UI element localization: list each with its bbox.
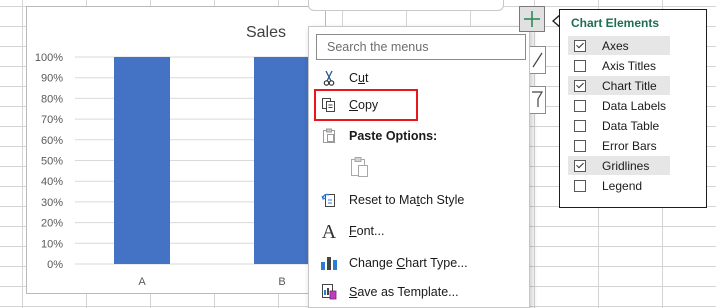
y-tick-label: 90% xyxy=(41,73,63,85)
x-tick-label: A xyxy=(138,276,146,288)
menu-item-save-template[interactable]: Save as Template... xyxy=(309,280,529,304)
save-template-icon xyxy=(309,283,349,301)
y-tick-label: 30% xyxy=(41,197,63,209)
font-icon: A xyxy=(309,221,349,241)
chart-element-label: Legend xyxy=(602,178,643,193)
svg-text:A: A xyxy=(322,221,337,241)
name-box-remnant xyxy=(308,0,504,11)
chart-element-label: Data Table xyxy=(602,118,660,133)
bar-chart[interactable]: 0%10%20%30%40%50%60%70%80%90%100% AB Sal… xyxy=(27,7,327,295)
checkbox[interactable] xyxy=(574,119,586,132)
menu-item-font[interactable]: A Font... xyxy=(309,219,529,243)
y-tick-label: 60% xyxy=(41,135,63,147)
clipboard-icon xyxy=(309,128,349,144)
chart-elements-button[interactable] xyxy=(519,6,545,32)
y-tick-label: 100% xyxy=(35,52,63,64)
chart-element-label: Data Labels xyxy=(602,98,667,113)
bar-A[interactable] xyxy=(114,57,170,264)
chart-element-label: Chart Title xyxy=(602,78,657,93)
chart-type-icon xyxy=(309,255,349,271)
y-tick-label: 0% xyxy=(47,259,63,271)
y-tick-label: 20% xyxy=(41,218,63,230)
chart-elements-panel: Chart Elements Axes Axis Titles Chart Titl… xyxy=(559,9,707,208)
copy-highlight-box xyxy=(314,89,418,121)
chart-element-data-table[interactable]: Data Table xyxy=(568,116,670,135)
chart-area[interactable]: 0% 10% 20% 30% 40% 50% 60% 70% 80% 90% 100% AB Sal… xyxy=(26,6,327,295)
x-axis: AB xyxy=(138,276,285,288)
checkbox[interactable] xyxy=(574,79,586,92)
menu-item-cut-label: Cut xyxy=(349,71,369,85)
context-menu: Cut Copy Paste Options: xyxy=(308,26,530,308)
chart-element-axis-titles[interactable]: Axis Titles xyxy=(568,56,670,75)
menu-item-save-template-label: Save as Template... xyxy=(349,285,459,299)
menu-item-change-chart-type-label: Change Chart Type... xyxy=(349,256,468,270)
chart-element-error-bars[interactable]: Error Bars xyxy=(568,136,670,155)
paste-keep-formatting-icon[interactable] xyxy=(347,154,373,180)
x-tick-label: B xyxy=(278,276,285,288)
y-tick-label: 70% xyxy=(41,114,63,126)
menu-item-paste-options: Paste Options: xyxy=(309,124,529,148)
checkbox[interactable] xyxy=(574,39,586,52)
chart-elements-title: Chart Elements xyxy=(571,16,660,30)
chart-element-axes[interactable]: Axes xyxy=(568,36,670,55)
checkbox[interactable] xyxy=(574,99,586,112)
y-tick-label: 10% xyxy=(41,238,63,250)
bar-B[interactable] xyxy=(254,57,310,264)
checkbox[interactable] xyxy=(574,159,586,172)
checkbox[interactable] xyxy=(574,179,586,192)
chart-element-data-labels[interactable]: Data Labels xyxy=(568,96,670,115)
filter-icon xyxy=(532,91,544,107)
chart-element-label: Axes xyxy=(602,38,629,53)
chart-element-label: Error Bars xyxy=(602,138,657,153)
plus-icon xyxy=(524,11,540,27)
checkbox[interactable] xyxy=(574,59,586,72)
y-tick-label: 40% xyxy=(41,176,63,188)
scissors-icon xyxy=(309,70,349,86)
menu-item-reset-label: Reset to Match Style xyxy=(349,193,465,207)
chart-element-label: Axis Titles xyxy=(602,58,657,73)
menu-item-change-chart-type[interactable]: Change Chart Type... xyxy=(309,251,529,275)
menu-item-cut[interactable]: Cut xyxy=(309,66,529,90)
checkbox[interactable] xyxy=(574,139,586,152)
chart-element-label: Gridlines xyxy=(602,158,650,173)
menu-search-input[interactable] xyxy=(316,34,526,60)
chart-styles-button[interactable] xyxy=(530,46,546,74)
chart-element-chart-title[interactable]: Chart Title xyxy=(568,76,670,95)
chart-filters-button[interactable] xyxy=(530,86,546,114)
y-tick-label: 80% xyxy=(41,93,63,105)
brush-icon xyxy=(532,52,543,68)
y-tick-label: 50% xyxy=(41,156,63,168)
reset-style-icon xyxy=(309,192,349,208)
y-axis: 0% 10% 20% 30% 40% 50% 60% 70% 80% 90% 100% xyxy=(35,52,63,271)
chart-element-gridlines[interactable]: Gridlines xyxy=(568,156,670,175)
menu-item-font-label: Font... xyxy=(349,224,385,238)
chart-title[interactable]: Sales xyxy=(246,24,286,41)
menu-item-reset-style[interactable]: Reset to Match Style xyxy=(309,188,529,212)
chart-element-legend[interactable]: Legend xyxy=(568,176,670,195)
paste-options-label: Paste Options: xyxy=(349,129,438,143)
